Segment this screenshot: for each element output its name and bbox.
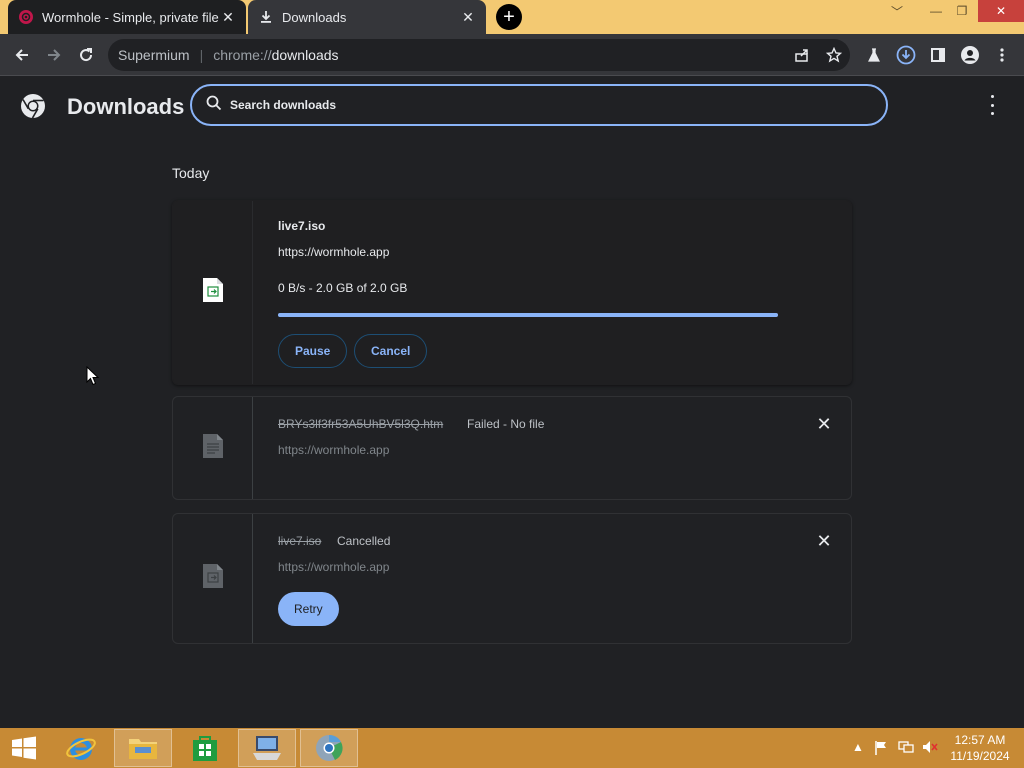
- file-icon: [202, 433, 224, 464]
- toolbar: Supermium | chrome://downloads: [0, 34, 1024, 76]
- windows-taskbar: ▲ 12:57 AM 11/19/2024: [0, 728, 1024, 768]
- download-item: BRYs3lf3fr53A5UhBV5l3Q.htm Failed - No f…: [172, 396, 852, 500]
- forward-button[interactable]: [42, 43, 66, 67]
- tab-title: Wormhole - Simple, private file s: [42, 9, 220, 25]
- file-icon: [202, 277, 224, 308]
- source-url-link[interactable]: https://wormhole.app: [278, 443, 389, 457]
- back-button[interactable]: [10, 43, 34, 67]
- file-explorer-icon[interactable]: [114, 729, 172, 767]
- pause-button[interactable]: Pause: [278, 334, 348, 368]
- download-details: live7.iso Cancelled https://wormhole.app…: [278, 514, 851, 643]
- side-panel-icon[interactable]: [926, 43, 950, 67]
- chevron-down-icon[interactable]: ﹀: [885, 0, 909, 22]
- chrome-logo-icon: [20, 93, 46, 119]
- mouse-cursor-icon: [86, 365, 100, 391]
- download-item: live7.iso Cancelled https://wormhole.app…: [172, 513, 852, 644]
- remote-desktop-icon[interactable]: [238, 729, 296, 767]
- file-name: live7.iso: [278, 534, 322, 548]
- flag-icon[interactable]: [874, 740, 888, 759]
- remove-close-icon[interactable]: ✕: [814, 414, 834, 434]
- downloads-toolbar-icon[interactable]: [894, 43, 918, 67]
- site-chip: Supermium: [118, 47, 190, 63]
- download-details: BRYs3lf3fr53A5UhBV5l3Q.htm Failed - No f…: [278, 397, 851, 499]
- download-details: live7.iso https://wormhole.app 0 B/s - 2…: [278, 201, 851, 384]
- tab-title: Downloads: [282, 9, 347, 25]
- remove-close-icon[interactable]: ✕: [814, 531, 834, 551]
- internet-explorer-icon[interactable]: [52, 729, 110, 767]
- share-icon[interactable]: [790, 43, 814, 67]
- reload-button[interactable]: [74, 43, 98, 67]
- file-icon-column: [173, 514, 253, 643]
- clock-time: 12:57 AM: [954, 733, 1006, 747]
- more-actions-icon[interactable]: [984, 95, 1000, 115]
- title-bar: Wormhole - Simple, private file s ✕ Down…: [0, 0, 1024, 34]
- supermium-browser-icon[interactable]: [300, 729, 358, 767]
- progress-fill: [278, 313, 778, 317]
- chevron-up-icon[interactable]: ▲: [852, 740, 864, 754]
- file-icon-column: [173, 201, 253, 384]
- start-button[interactable]: [0, 729, 48, 767]
- wormhole-icon: [18, 9, 34, 25]
- tab-downloads[interactable]: Downloads ✕: [248, 0, 486, 34]
- star-icon[interactable]: [822, 43, 846, 67]
- cancel-button[interactable]: Cancel: [354, 334, 428, 368]
- source-url-link[interactable]: https://wormhole.app: [278, 245, 389, 259]
- progress-bar: [278, 313, 778, 317]
- profile-avatar[interactable]: [958, 43, 982, 67]
- new-tab-button[interactable]: +: [496, 4, 522, 30]
- file-icon: [202, 563, 224, 594]
- download-status: Failed - No file: [467, 417, 545, 431]
- retry-button[interactable]: Retry: [278, 592, 339, 626]
- progress-text: 0 B/s - 2.0 GB of 2.0 GB: [278, 281, 408, 295]
- menu-kebab-icon[interactable]: [990, 43, 1014, 67]
- url-path: downloads: [271, 47, 339, 63]
- close-icon[interactable]: ✕: [220, 9, 236, 25]
- restore-button[interactable]: ❐: [950, 0, 974, 22]
- close-window-button[interactable]: ✕: [978, 0, 1024, 22]
- download-status: Cancelled: [337, 534, 391, 548]
- url-scheme: chrome://: [213, 47, 272, 63]
- file-name-link[interactable]: live7.iso: [278, 219, 325, 233]
- network-icon[interactable]: [898, 740, 914, 757]
- volume-muted-icon[interactable]: [922, 740, 938, 757]
- search-box[interactable]: [190, 84, 888, 126]
- labs-flask-icon[interactable]: [862, 43, 886, 67]
- minimize-button[interactable]: —: [924, 0, 948, 22]
- file-name: BRYs3lf3fr53A5UhBV5l3Q.htm: [278, 417, 444, 431]
- search-icon: [206, 95, 222, 116]
- store-icon[interactable]: [176, 729, 234, 767]
- download-icon: [258, 9, 274, 25]
- tab-wormhole[interactable]: Wormhole - Simple, private file s ✕: [8, 0, 246, 34]
- page-title: Downloads: [67, 94, 185, 119]
- omnibox-separator: |: [199, 47, 204, 63]
- source-url-link[interactable]: https://wormhole.app: [278, 560, 389, 574]
- address-bar[interactable]: Supermium | chrome://downloads: [108, 39, 850, 71]
- file-icon-column: [173, 397, 253, 499]
- downloads-page: Downloads Today live7.iso https://wormho…: [0, 77, 1024, 728]
- clock-date: 11/19/2024: [950, 749, 1010, 763]
- download-item: live7.iso https://wormhole.app 0 B/s - 2…: [172, 200, 852, 385]
- system-clock[interactable]: 12:57 AM 11/19/2024: [944, 732, 1016, 764]
- search-input[interactable]: [230, 98, 830, 112]
- date-section-label: Today: [172, 165, 210, 181]
- close-icon[interactable]: ✕: [460, 9, 476, 25]
